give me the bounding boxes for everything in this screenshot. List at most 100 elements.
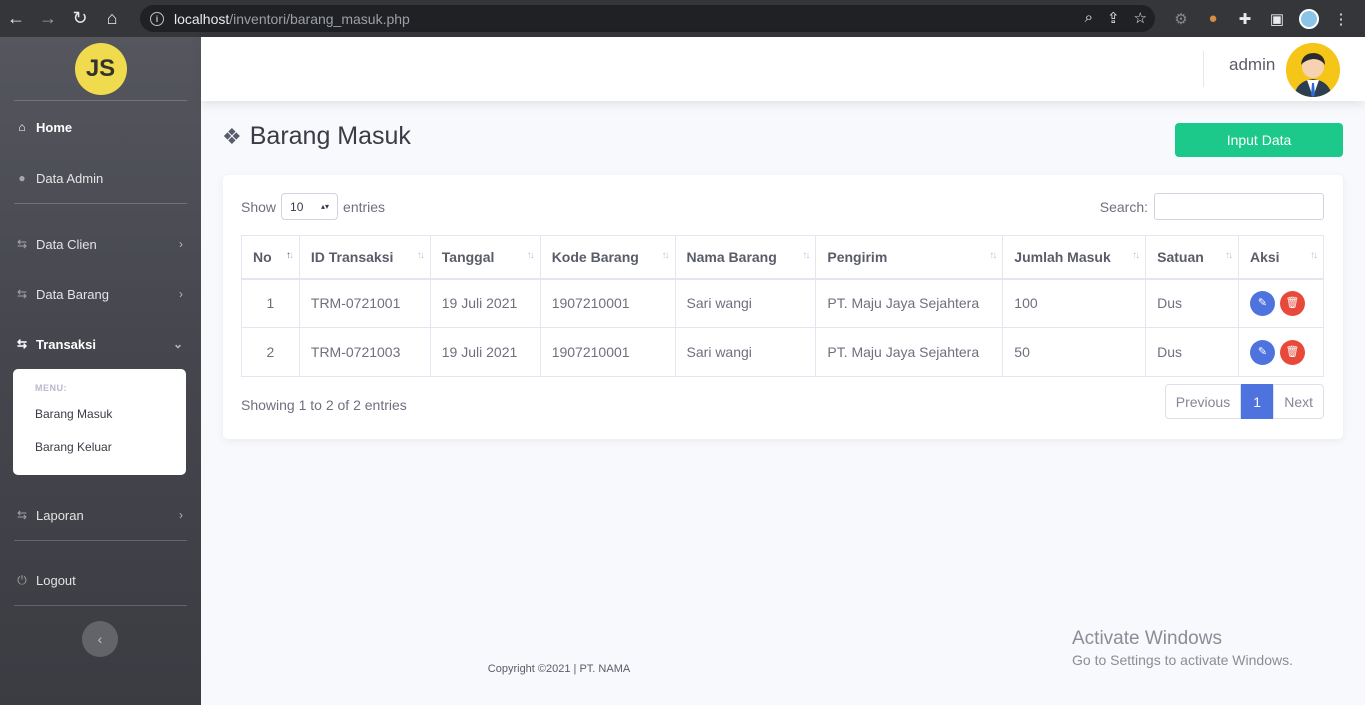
back-icon[interactable]: ← [0, 0, 32, 37]
exchange-icon: ⇆ [16, 337, 28, 351]
extension-gear-icon[interactable]: ⚙ [1170, 8, 1192, 30]
sidebar-divider [14, 540, 187, 541]
browser-menu-icon[interactable]: ⋮ [1330, 8, 1352, 30]
entries-select[interactable]: 10 ▴▾ [281, 193, 339, 220]
sort-icon: ↑↓ [1310, 250, 1318, 261]
chevron-right-icon: › [179, 287, 183, 301]
edit-icon[interactable]: ✎ [1249, 339, 1275, 365]
sidebar-item-label: Data Admin [36, 170, 104, 186]
sidebar-item-data-barang[interactable]: ⇆ Data Barang › [0, 274, 201, 314]
js-logo: JS [74, 42, 127, 95]
exchange-icon: ⇆ [16, 237, 28, 251]
cell-satuan: Dus [1145, 327, 1239, 377]
cell-no: 2 [241, 327, 300, 377]
side-panel-icon[interactable]: ▣ [1266, 8, 1288, 30]
address-bar[interactable]: i localhost/inventori/barang_masuk.php ⌕… [140, 5, 1155, 32]
footer-copyright: Copyright ©2021 | PT. NAMA [487, 663, 631, 675]
table-info: Showing 1 to 2 of 2 entries [241, 397, 407, 413]
column-header-kode-barang[interactable]: Kode Barang ↑↓ [539, 235, 676, 280]
extensions-puzzle-icon[interactable]: ✚ [1234, 8, 1256, 30]
sidebar-toggle-button[interactable]: ‹ [82, 621, 118, 657]
cell-nama-barang: Sari wangi [674, 327, 817, 377]
sidebar-item-label: Laporan [36, 507, 84, 523]
sort-asc-icon: ↑↓ [285, 250, 294, 261]
table-row: 1 TRM-0721001 19 Juli 2021 1907210001 Sa… [241, 278, 1325, 328]
cell-jumlah-masuk: 100 [1002, 278, 1147, 328]
cell-aksi: ✎ 🗑 [1237, 278, 1325, 328]
cell-kode-barang: 1907210001 [539, 327, 676, 377]
chevron-right-icon: › [179, 508, 183, 522]
sidebar-divider [14, 605, 187, 606]
profile-avatar-icon[interactable] [1298, 8, 1320, 30]
chevron-down-icon: ⌄ [172, 337, 183, 351]
home-icon[interactable]: ⌂ [96, 0, 128, 37]
sort-icon: ↑↓ [989, 250, 997, 261]
sidebar-item-data-admin[interactable]: ● Data Admin [0, 158, 201, 198]
extension-cookie-icon[interactable]: ● [1202, 8, 1224, 30]
page-1-button[interactable]: 1 [1241, 384, 1274, 419]
submenu-item-barang-keluar[interactable]: Barang Keluar [35, 440, 186, 473]
submenu-item-barang-masuk[interactable]: Barang Masuk [35, 407, 186, 440]
exchange-icon: ⇆ [16, 508, 28, 522]
edit-icon[interactable]: ✎ [1249, 290, 1275, 316]
cell-aksi: ✎ 🗑 [1237, 327, 1325, 377]
column-header-satuan[interactable]: Satuan ↑↓ [1145, 235, 1239, 280]
sidebar-item-home[interactable]: ⌂ Home [0, 107, 201, 147]
cell-id-transaksi: TRM-0721001 [298, 278, 431, 328]
sidebar-item-label: Transaksi [36, 336, 96, 352]
cell-tanggal: 19 Juli 2021 [429, 327, 541, 377]
bookmark-star-icon[interactable]: ☆ [1134, 9, 1147, 27]
sort-icon: ↑↓ [802, 250, 810, 261]
search-label: Search: [1099, 198, 1148, 215]
avatar[interactable] [1286, 43, 1340, 97]
column-header-tanggal[interactable]: Tanggal ↑↓ [429, 235, 541, 280]
column-header-jumlah-masuk[interactable]: Jumlah Masuk ↑↓ [1002, 235, 1147, 280]
watermark-subtitle: Go to Settings to activate Windows. [1072, 652, 1293, 668]
column-header-aksi[interactable]: Aksi ↑↓ [1237, 235, 1325, 280]
sidebar-item-transaksi[interactable]: ⇆ Transaksi ⌄ [0, 324, 201, 364]
input-data-button[interactable]: Input Data [1175, 123, 1343, 157]
select-arrows-icon: ▴▾ [321, 202, 330, 211]
forward-icon[interactable]: → [32, 0, 64, 37]
site-info-icon[interactable]: i [150, 11, 164, 26]
sort-icon: ↑↓ [661, 250, 670, 261]
column-header-no[interactable]: No ↑↓ [241, 235, 300, 280]
sort-icon: ↑↓ [1224, 250, 1233, 261]
sidebar-item-data-clien[interactable]: ⇆ Data Clien › [0, 224, 201, 264]
trash-icon[interactable]: 🗑 [1279, 290, 1305, 316]
table-header-row: No ↑↓ ID Transaksi ↑↓ Tanggal ↑↓ Kode Baran… [241, 235, 1325, 280]
trash-icon[interactable]: 🗑 [1279, 339, 1305, 365]
search-input[interactable] [1154, 193, 1324, 220]
sidebar-divider [14, 203, 187, 204]
page-title-text: Barang Masuk [249, 122, 411, 150]
sort-icon: ↑↓ [416, 250, 425, 261]
power-icon: ⏻ [17, 572, 27, 587]
windows-activation-watermark: Activate Windows Go to Settings to activ… [1072, 628, 1293, 668]
username[interactable]: admin [1229, 55, 1275, 75]
sidebar: JS ⌂ Home ● Data Admin ⇆ Data Clien › ⇆ … [0, 37, 201, 705]
column-header-pengirim[interactable]: Pengirim ↑↓ [815, 235, 1004, 280]
previous-page-button[interactable]: Previous [1164, 384, 1242, 419]
cell-id-transaksi: TRM-0721003 [298, 327, 431, 377]
cell-satuan: Dus [1145, 278, 1239, 328]
browser-toolbar: ← → ↻ ⌂ i localhost/inventori/barang_mas… [0, 0, 1365, 37]
sidebar-item-label: Logout [36, 572, 76, 588]
column-header-id-transaksi[interactable]: ID Transaksi ↑↓ [298, 235, 431, 280]
column-header-nama-barang[interactable]: Nama Barang ↑↓ [674, 235, 817, 280]
brand[interactable]: JS [14, 37, 187, 101]
next-page-button[interactable]: Next [1273, 384, 1324, 419]
zoom-icon[interactable]: ⌕ [1085, 9, 1093, 27]
sort-icon: ↑↓ [1132, 250, 1140, 261]
topbar: admin [201, 37, 1365, 101]
reload-icon[interactable]: ↻ [64, 0, 96, 37]
cell-pengirim: PT. Maju Jaya Sejahtera [815, 278, 1004, 328]
entries-length-control: Show 10 ▴▾ entries [241, 193, 385, 220]
barang-masuk-table: No ↑↓ ID Transaksi ↑↓ Tanggal ↑↓ Kode Baran… [241, 235, 1325, 377]
search-control: Search: [1100, 193, 1324, 220]
exchange-icon: ⇆ [16, 287, 28, 301]
chevron-left-icon: ‹ [97, 631, 103, 647]
share-icon[interactable]: ⇪ [1107, 9, 1120, 27]
sidebar-item-laporan[interactable]: ⇆ Laporan › [0, 495, 201, 535]
url-text: localhost/inventori/barang_masuk.php [174, 10, 410, 27]
sidebar-item-logout[interactable]: ⏻ Logout [0, 560, 201, 600]
